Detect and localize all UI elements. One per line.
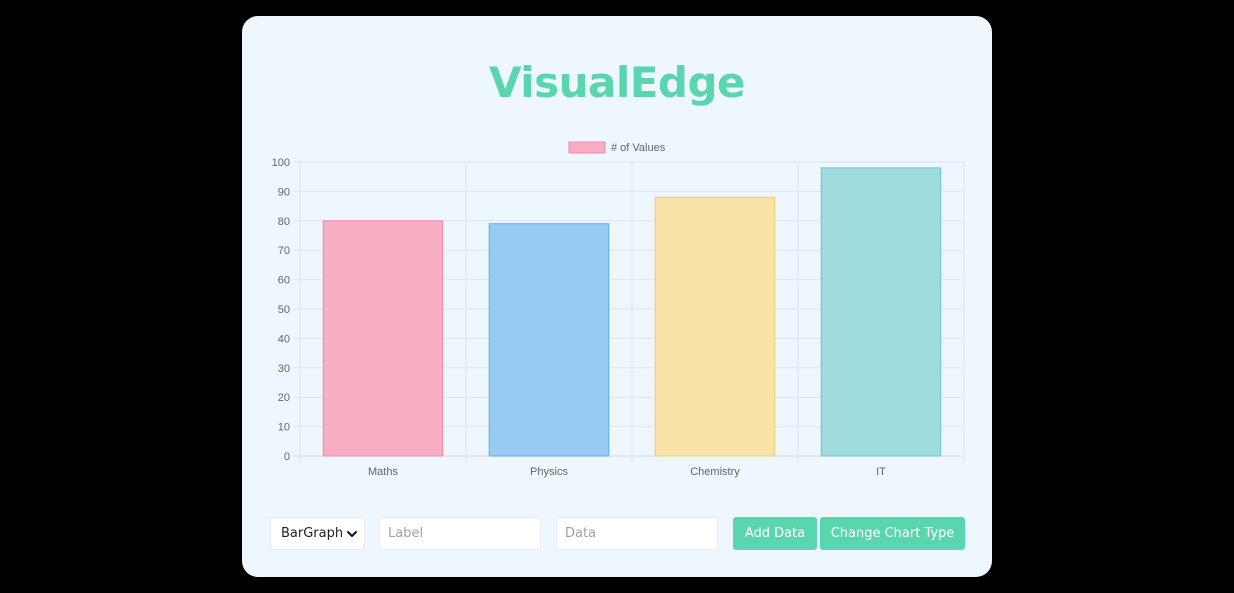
y-tick-label: 20 xyxy=(278,392,290,404)
data-input[interactable] xyxy=(556,517,718,550)
x-tick-label: Physics xyxy=(530,466,568,478)
y-tick-label: 30 xyxy=(278,363,290,375)
label-input[interactable] xyxy=(379,517,541,550)
legend-label: # of Values xyxy=(611,142,666,154)
change-chart-type-button[interactable]: Change Chart Type xyxy=(820,517,965,550)
app-card: VisualEdge 0 10 20 30 40 50 60 70 80 90 100 Maths Ph… xyxy=(242,16,992,577)
bar xyxy=(654,196,776,457)
bar xyxy=(820,167,942,457)
legend-swatch xyxy=(568,141,606,154)
controls-bar: BarGraph Add Data Change Chart Type xyxy=(270,517,965,550)
y-tick-label: 10 xyxy=(278,422,290,434)
x-tick-label: Maths xyxy=(368,466,398,478)
y-tick-label: 50 xyxy=(278,304,290,316)
y-tick-label: 40 xyxy=(278,333,290,345)
chevron-down-icon xyxy=(347,531,357,537)
y-tick-label: 100 xyxy=(272,157,290,169)
bar xyxy=(488,223,610,457)
x-tick-label: IT xyxy=(876,466,886,478)
x-tick-label: Chemistry xyxy=(690,466,740,478)
y-tick-label: 70 xyxy=(278,245,290,257)
bar-chart: 0 10 20 30 40 50 60 70 80 90 100 Maths Physics Chemis… xyxy=(272,141,965,478)
y-tick-label: 80 xyxy=(278,216,290,228)
y-tick-label: 60 xyxy=(278,275,290,287)
bar xyxy=(322,220,444,457)
chart-type-selected-value: BarGraph xyxy=(281,526,344,541)
add-data-button[interactable]: Add Data xyxy=(733,517,817,550)
y-tick-label: 0 xyxy=(284,451,290,463)
chart-type-select[interactable]: BarGraph xyxy=(270,517,365,550)
y-tick-label: 90 xyxy=(278,186,290,198)
